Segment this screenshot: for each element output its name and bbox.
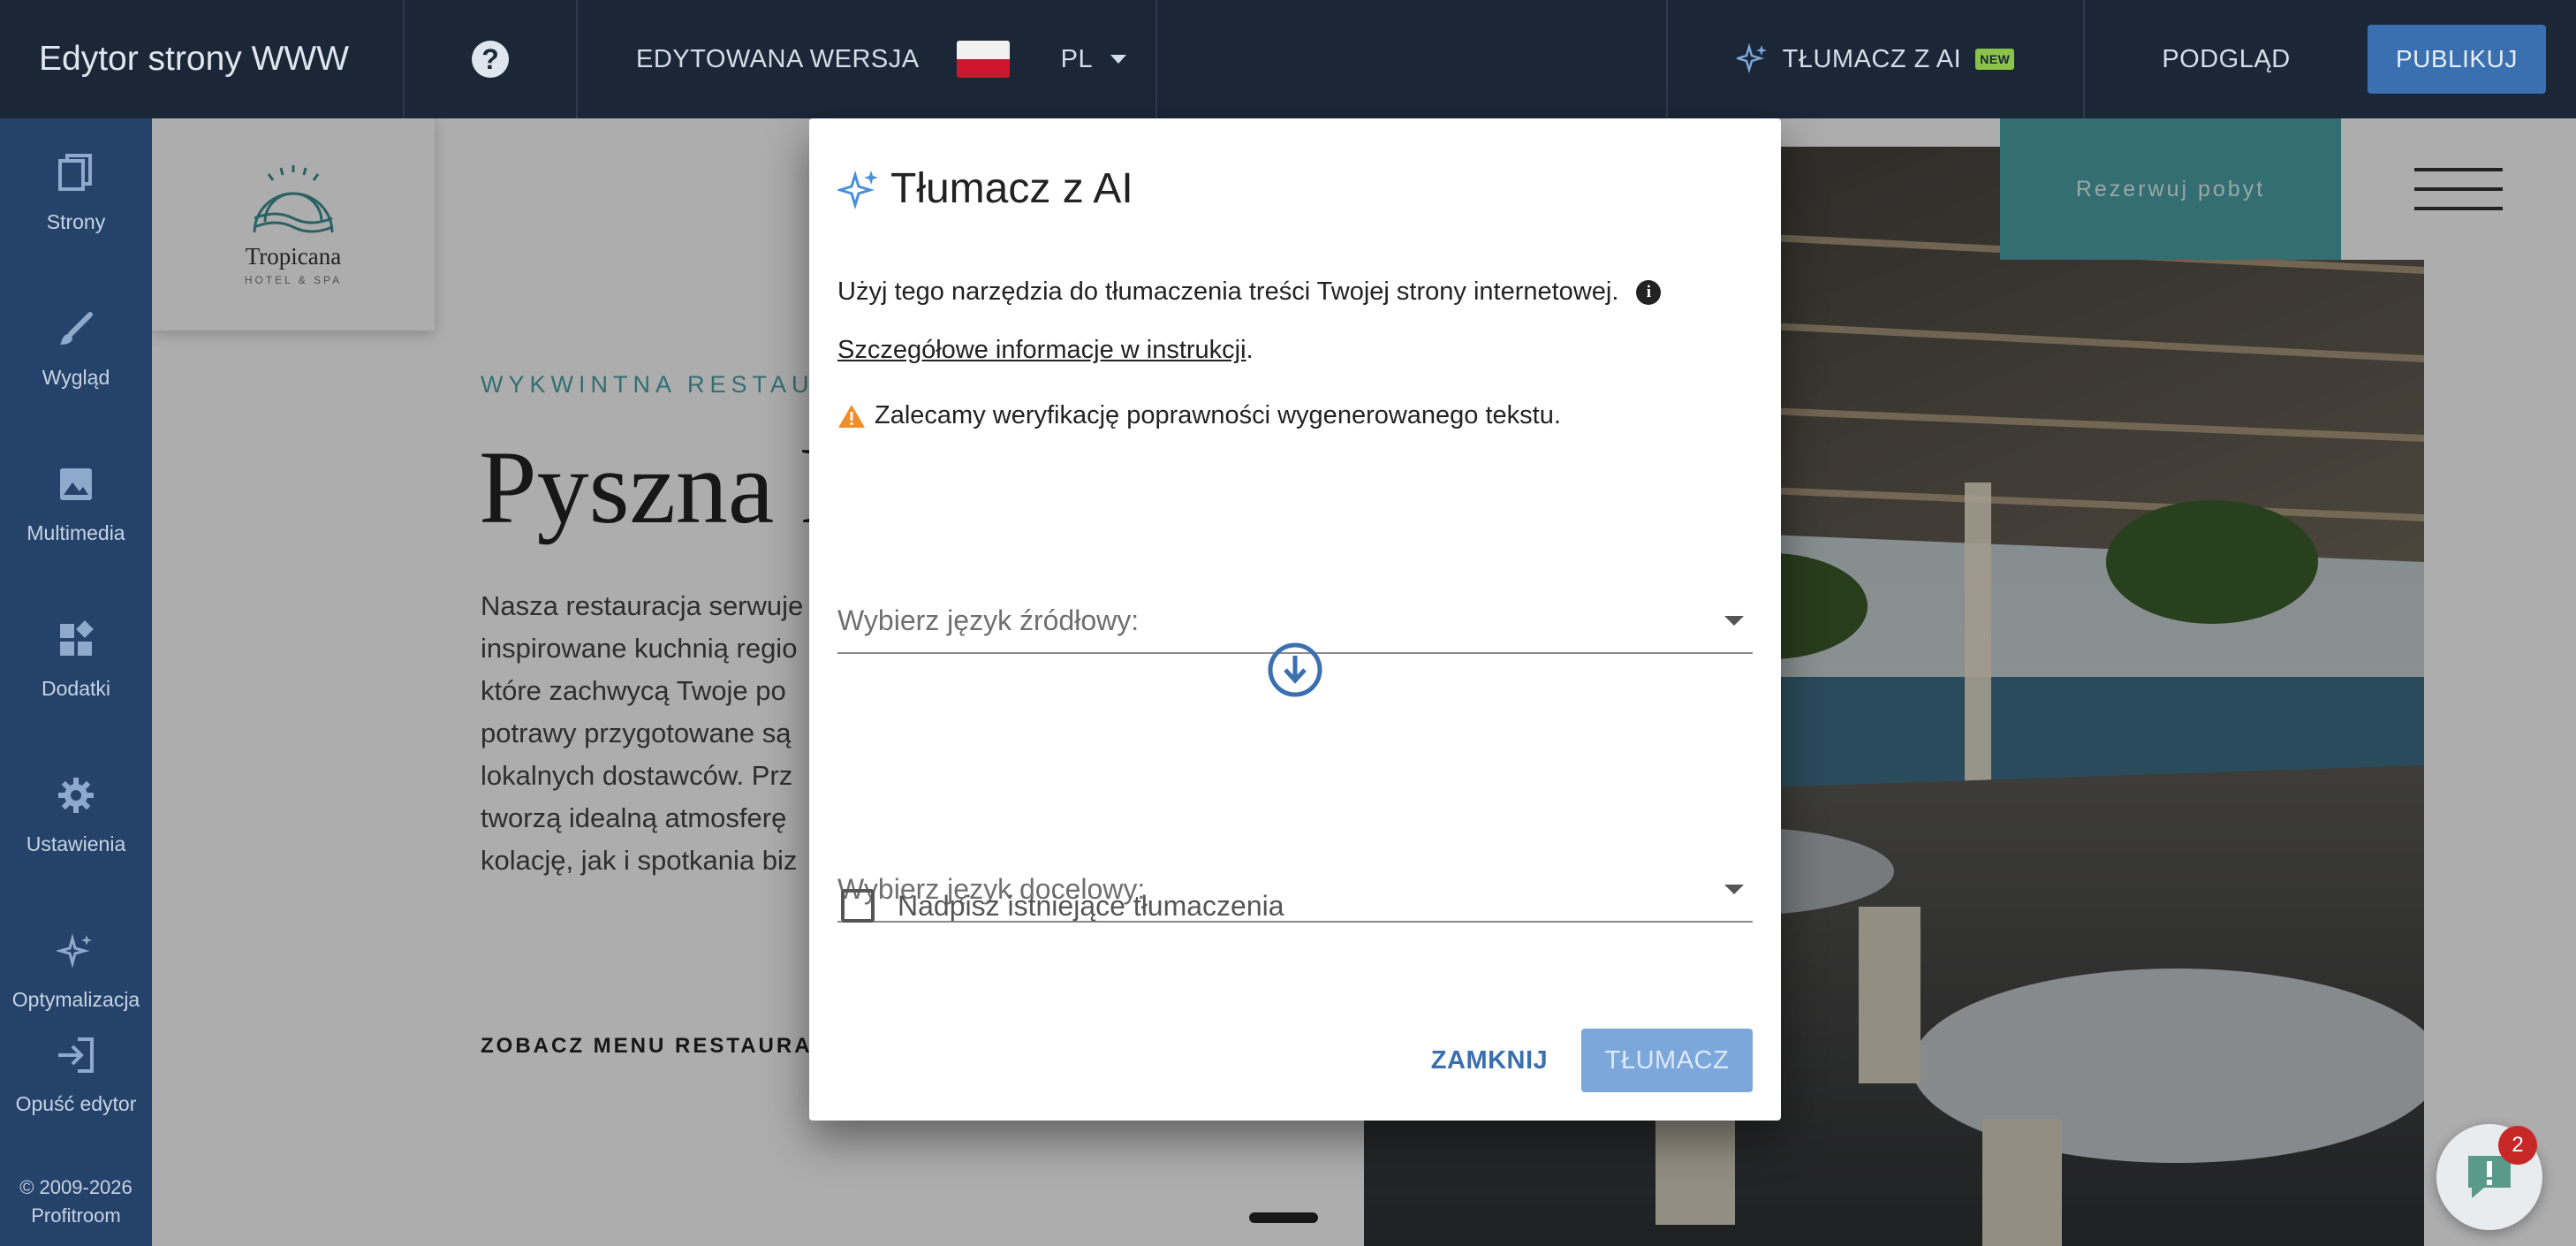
sparkle-icon xyxy=(837,170,878,209)
warning-line: Zalecamy weryfikację poprawności wygener… xyxy=(837,401,1561,430)
sparkle-icon xyxy=(57,933,92,969)
sidebar-item-addons[interactable]: Dodatki xyxy=(0,613,152,701)
sidebar-item-label: Optymalizacja xyxy=(11,988,140,1011)
ai-translate-dialog: Tłumacz z AI Użyj tego narzędzia do tłum… xyxy=(809,118,1781,1121)
preview-button[interactable]: PODGLĄD xyxy=(2085,0,2368,118)
instructions-link[interactable]: Szczegółowe informacje w instrukcji xyxy=(837,336,1246,364)
sidebar-item-settings[interactable]: Ustawienia xyxy=(0,769,152,856)
sparkle-icon xyxy=(1736,43,1767,74)
overwrite-checkbox-row[interactable]: Nadpisz istniejące tłumaczenia xyxy=(841,889,1284,923)
sidebar-item-label: Ustawienia xyxy=(26,832,126,855)
exit-icon xyxy=(58,1037,94,1073)
image-icon xyxy=(60,468,92,500)
sidebar-item-optimization[interactable]: Optymalizacja xyxy=(0,924,152,1012)
arrow-down-circle-icon xyxy=(1267,642,1323,703)
ai-translate-button[interactable]: TŁUMACZ Z AI NEW xyxy=(1668,0,2083,118)
sidebar-item-label: Opuść edytor xyxy=(15,1092,137,1115)
brush-icon xyxy=(60,312,93,345)
dialog-title: Tłumacz z AI xyxy=(837,164,1133,213)
sidebar-footer: © 2009-2026 Profitroom xyxy=(0,1174,152,1230)
editor-sidebar: Strony Wygląd Multimedia Dodatki Ustawie… xyxy=(0,118,152,1246)
sidebar-item-label: Multimedia xyxy=(27,521,125,544)
unread-badge: 2 xyxy=(2498,1126,2537,1165)
dialog-description: Użyj tego narzędzia do tłumaczenia treśc… xyxy=(837,277,1662,307)
editor-topbar: Edytor strony WWW ? EDYTOWANA WERSJA PL … xyxy=(0,0,2576,118)
translate-button[interactable]: TŁUMACZ xyxy=(1581,1029,1753,1092)
sidebar-item-appearance[interactable]: Wygląd xyxy=(0,302,152,390)
publish-button[interactable]: PUBLIKUJ xyxy=(2368,25,2546,94)
caret-down-icon xyxy=(1724,884,1744,894)
caret-down-icon xyxy=(1724,615,1744,626)
version-selector[interactable]: EDYTOWANA WERSJA PL xyxy=(578,0,1155,118)
sidebar-item-label: Dodatki xyxy=(42,677,110,700)
instructions-line: Szczegółowe informacje w instrukcji. xyxy=(837,336,1254,365)
ai-translate-label: TŁUMACZ Z AI xyxy=(1782,44,1962,73)
widgets-icon xyxy=(60,620,94,656)
language-code: PL xyxy=(1060,44,1094,73)
sidebar-item-exit[interactable]: Opuść edytor xyxy=(0,1029,152,1116)
caret-down-icon xyxy=(1110,55,1127,64)
source-language-placeholder: Wybierz język źródłowy: xyxy=(837,604,1140,636)
dialog-title-text: Tłumacz z AI xyxy=(890,165,1133,212)
new-badge: NEW xyxy=(1975,49,2015,70)
help-icon: ? xyxy=(472,41,509,78)
info-icon[interactable]: i xyxy=(1636,279,1662,305)
close-button[interactable]: ZAMKNIJ xyxy=(1421,1029,1558,1092)
sidebar-item-label: Strony xyxy=(46,210,106,233)
instructions-suffix: . xyxy=(1246,336,1254,364)
overwrite-label: Nadpisz istniejące tłumaczenia xyxy=(898,889,1284,922)
help-button[interactable]: ? xyxy=(405,0,576,118)
warning-text: Zalecamy weryfikację poprawności wygener… xyxy=(875,401,1561,429)
warning-icon xyxy=(838,404,865,428)
sidebar-item-multimedia[interactable]: Multimedia xyxy=(0,458,152,545)
pages-icon xyxy=(58,154,92,191)
sidebar-item-pages[interactable]: Strony xyxy=(0,147,152,234)
sidebar-item-label: Wygląd xyxy=(42,366,110,389)
copyright-text: © 2009-2026 xyxy=(19,1176,133,1198)
gear-icon xyxy=(58,778,94,813)
poland-flag-icon xyxy=(956,41,1010,78)
overwrite-checkbox[interactable] xyxy=(841,889,875,923)
brand-name: Profitroom xyxy=(31,1204,121,1227)
editor-title: Edytor strony WWW xyxy=(39,40,350,78)
version-label: EDYTOWANA WERSJA xyxy=(636,44,920,73)
description-text: Użyj tego narzędzia do tłumaczenia treśc… xyxy=(837,277,1619,306)
